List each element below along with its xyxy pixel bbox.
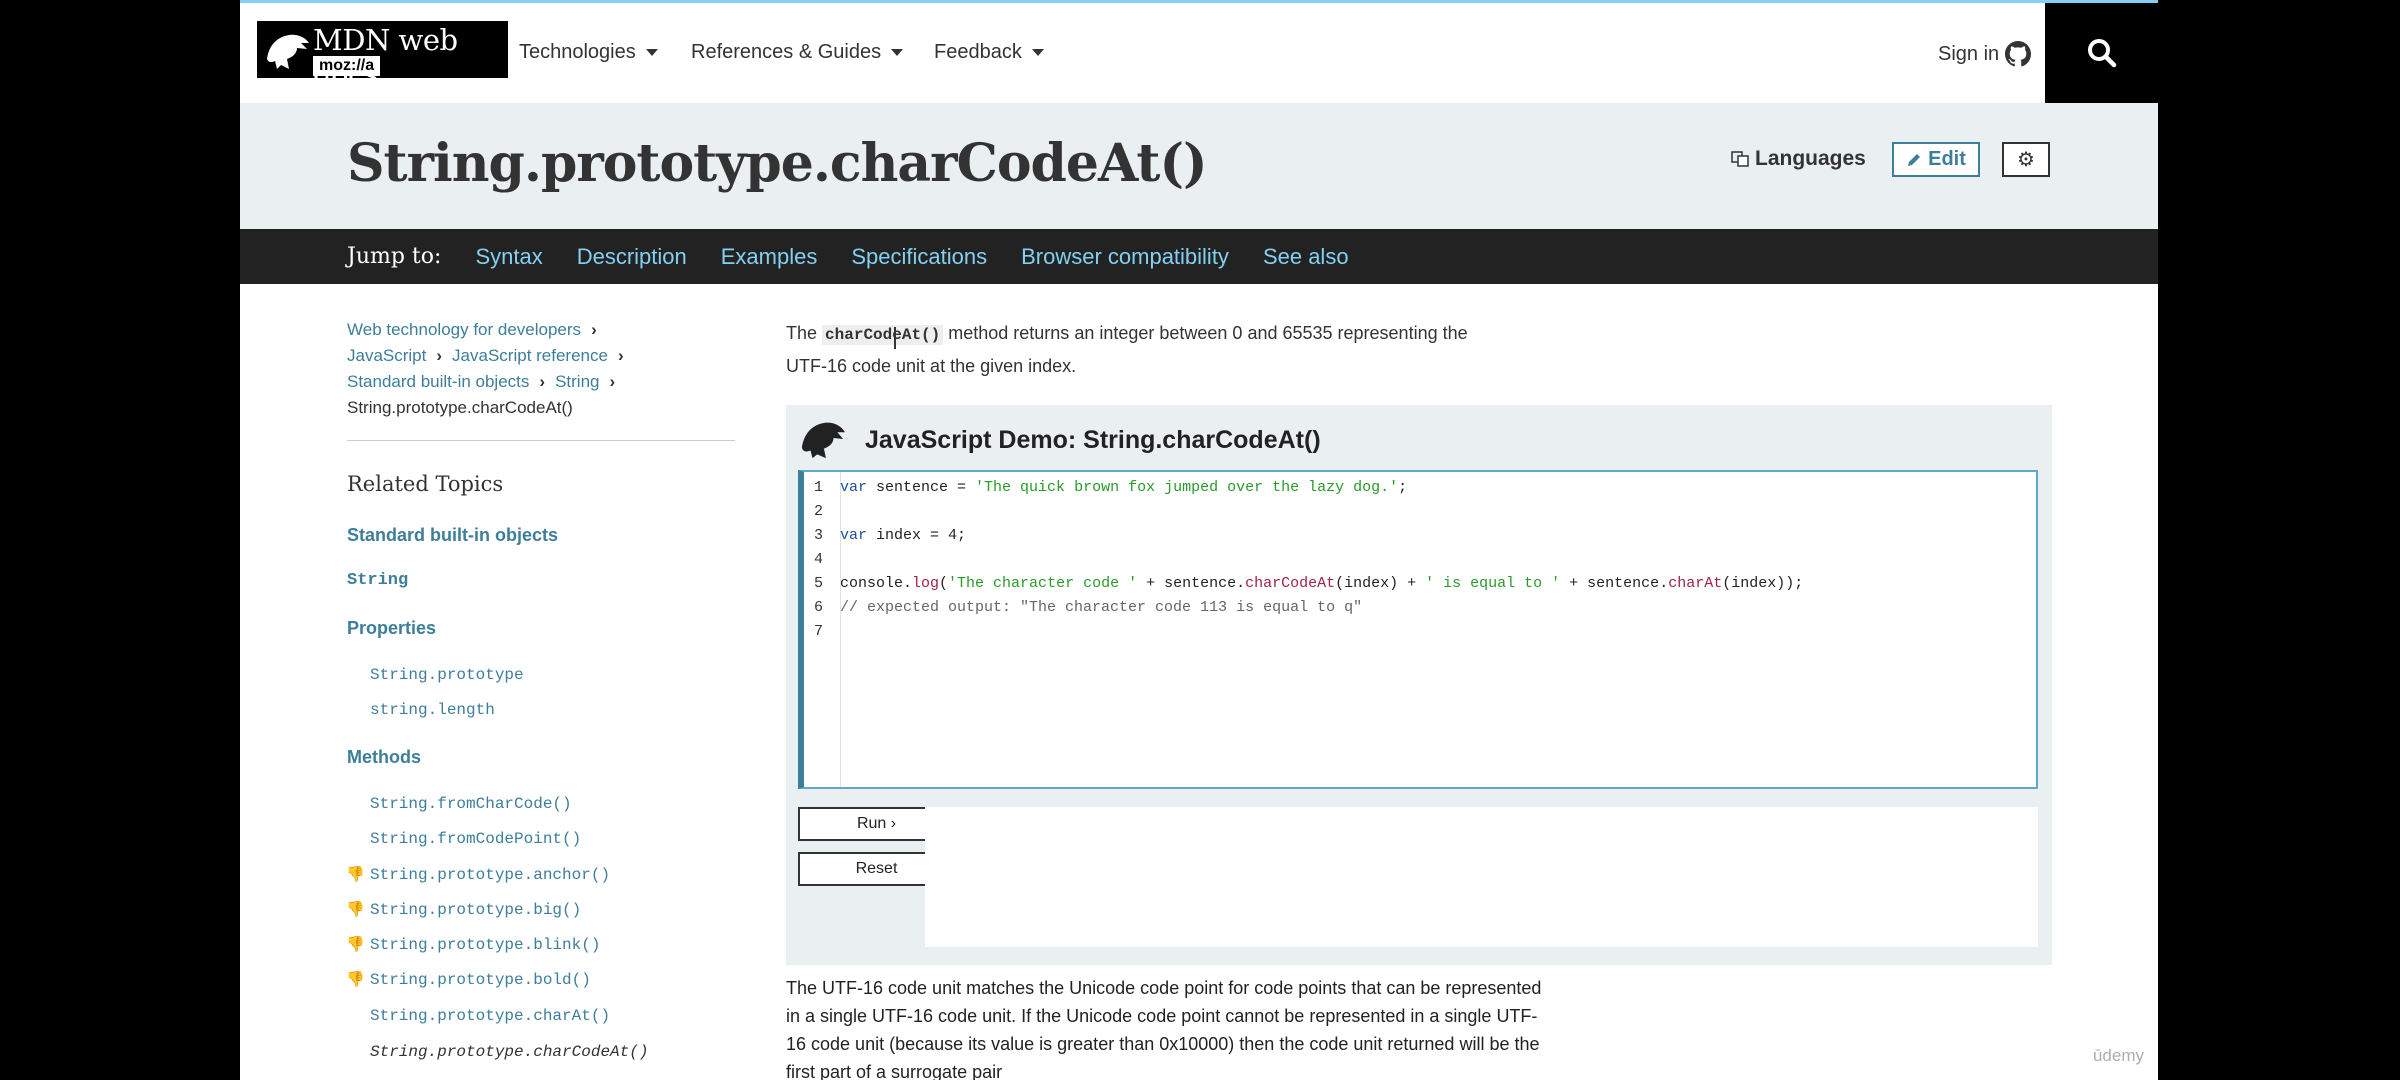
sidebar-standard-built-in[interactable]: Standard built-in objects (347, 525, 558, 546)
pencil-icon (1908, 153, 1921, 166)
code-line-6: // expected output: "The character code … (840, 599, 1363, 616)
breadcrumb: String.prototype.charCodeAt() (347, 398, 573, 418)
github-icon (2005, 41, 2032, 67)
breadcrumb-current: String.prototype.charCodeAt() (347, 398, 573, 417)
line-number: 3 (814, 527, 824, 544)
title-band: String.prototype.charCodeAt() Languages … (240, 103, 2158, 229)
code-line-5: console.log('The character code ' + sent… (840, 575, 1804, 592)
dino-logo-icon (801, 422, 846, 459)
breadcrumb-string[interactable]: String (555, 372, 599, 392)
jump-to-label: Jump to: (347, 244, 442, 269)
sidebar-item-anchor[interactable]: String.prototype.anchor() (370, 866, 610, 884)
udemy-watermark: ūdemy (2092, 1046, 2144, 1065)
sidebar-properties-heading[interactable]: Properties (347, 618, 436, 639)
mozilla-wordmark: moz://a (313, 56, 381, 76)
caret-down-icon (891, 49, 904, 56)
code-line-3: var index = 4; (840, 527, 967, 544)
line-number-gutter: 1 2 3 4 5 6 7 (804, 472, 841, 787)
intro-pre: The (786, 323, 823, 343)
jump-to-bar: Jump to: Syntax Description Examples Spe… (240, 229, 2158, 284)
breadcrumb: Web technology for developers › (347, 320, 607, 340)
nav-feedback[interactable]: Feedback (934, 41, 1044, 64)
text-cursor (894, 327, 896, 349)
sidebar-item-charcodeat: String.prototype.charCodeAt() (370, 1043, 649, 1061)
sidebar-string[interactable]: String (347, 571, 408, 590)
jump-specifications[interactable]: Specifications (851, 244, 987, 270)
nav-references-label: References & Guides (691, 41, 882, 63)
settings-button[interactable]: ⚙ (2002, 142, 2050, 177)
search-icon (2087, 39, 2116, 68)
breadcrumb: JavaScript › JavaScript reference › (347, 346, 634, 366)
breadcrumb-javascript[interactable]: JavaScript (347, 346, 426, 366)
sidebar-item-blink[interactable]: String.prototype.blink() (370, 936, 600, 954)
thumbs-down-icon: 👎 (346, 936, 365, 953)
demo-output-console (925, 807, 2038, 947)
demo-title: JavaScript Demo: String.charCodeAt() (865, 426, 1321, 454)
breadcrumb-web-technology[interactable]: Web technology for developers (347, 320, 581, 340)
code-editor[interactable]: 1 2 3 4 5 6 7 var sentence = 'The quick … (798, 470, 2038, 789)
jump-browser-compatibility[interactable]: Browser compatibility (1021, 244, 1229, 270)
breadcrumb-separator: › (609, 372, 616, 391)
sidebar-divider (347, 440, 735, 441)
jump-examples[interactable]: Examples (721, 244, 818, 270)
interactive-demo: JavaScript Demo: String.charCodeAt() 1 2… (786, 405, 2052, 965)
jump-description[interactable]: Description (577, 244, 687, 270)
breadcrumb-standard-built-in[interactable]: Standard built-in objects (347, 372, 529, 392)
sign-in-label: Sign in (1938, 42, 2000, 65)
sidebar-item-fromcharcode[interactable]: String.fromCharCode() (370, 795, 572, 813)
edit-label: Edit (1928, 148, 1966, 170)
sidebar-item-fromcodepoint[interactable]: String.fromCodePoint() (370, 830, 581, 848)
sidebar-item-string-prototype[interactable]: String.prototype (370, 666, 524, 684)
line-number: 7 (814, 623, 824, 640)
nav-technologies-label: Technologies (519, 41, 636, 63)
line-number: 2 (814, 503, 824, 520)
jump-see-also[interactable]: See also (1263, 244, 1349, 270)
breadcrumb-separator: › (539, 372, 546, 391)
edit-button[interactable]: Edit (1892, 142, 1980, 177)
page-title: String.prototype.charCodeAt() (347, 133, 1208, 194)
code-line-1: var sentence = 'The quick brown fox jump… (840, 479, 1408, 496)
breadcrumb-separator: › (591, 320, 597, 339)
sidebar-item-bold[interactable]: String.prototype.bold() (370, 971, 591, 989)
sidebar-item-big[interactable]: String.prototype.big() (370, 901, 581, 919)
languages-label: Languages (1755, 147, 1866, 170)
line-number: 1 (814, 479, 824, 496)
sidebar-methods-heading[interactable]: Methods (347, 747, 421, 768)
page: MDN web docs moz://a Technologies Refere… (240, 0, 2158, 1080)
sign-in-link[interactable]: Sign in (1938, 41, 2032, 67)
line-number: 5 (814, 575, 824, 592)
related-topics-heading: Related Topics (347, 472, 504, 496)
thumbs-down-icon: 👎 (346, 901, 365, 918)
nav-feedback-label: Feedback (934, 41, 1022, 63)
line-number: 4 (814, 551, 824, 568)
language-icon (1731, 151, 1749, 167)
gear-icon: ⚙ (2017, 149, 2035, 171)
line-number: 6 (814, 599, 824, 616)
search-button[interactable] (2045, 3, 2158, 103)
mdn-logo[interactable]: MDN web docs moz://a (257, 21, 508, 91)
site-header: MDN web docs moz://a Technologies Refere… (240, 3, 2158, 103)
breadcrumb-separator: › (617, 346, 624, 365)
nav-technologies[interactable]: Technologies (519, 41, 658, 64)
caret-down-icon (645, 49, 658, 56)
caret-down-icon (1031, 49, 1044, 56)
thumbs-down-icon: 👎 (346, 866, 365, 883)
breadcrumb: Standard built-in objects › String › (347, 372, 625, 392)
dino-logo-icon (267, 34, 309, 69)
intro-code: charCodeAt() (822, 325, 944, 345)
sidebar-item-charat[interactable]: String.prototype.charAt() (370, 1007, 610, 1025)
breadcrumb-javascript-reference[interactable]: JavaScript reference (452, 346, 608, 366)
jump-syntax[interactable]: Syntax (475, 244, 542, 270)
languages-button[interactable]: Languages (1731, 147, 1866, 171)
sidebar-item-string-length[interactable]: string.length (370, 701, 495, 719)
thumbs-down-icon: 👎 (346, 971, 365, 988)
nav-references-guides[interactable]: References & Guides (691, 41, 904, 64)
body-paragraph: The UTF-16 code unit matches the Unicode… (786, 978, 1542, 1080)
breadcrumb-separator: › (436, 346, 443, 365)
